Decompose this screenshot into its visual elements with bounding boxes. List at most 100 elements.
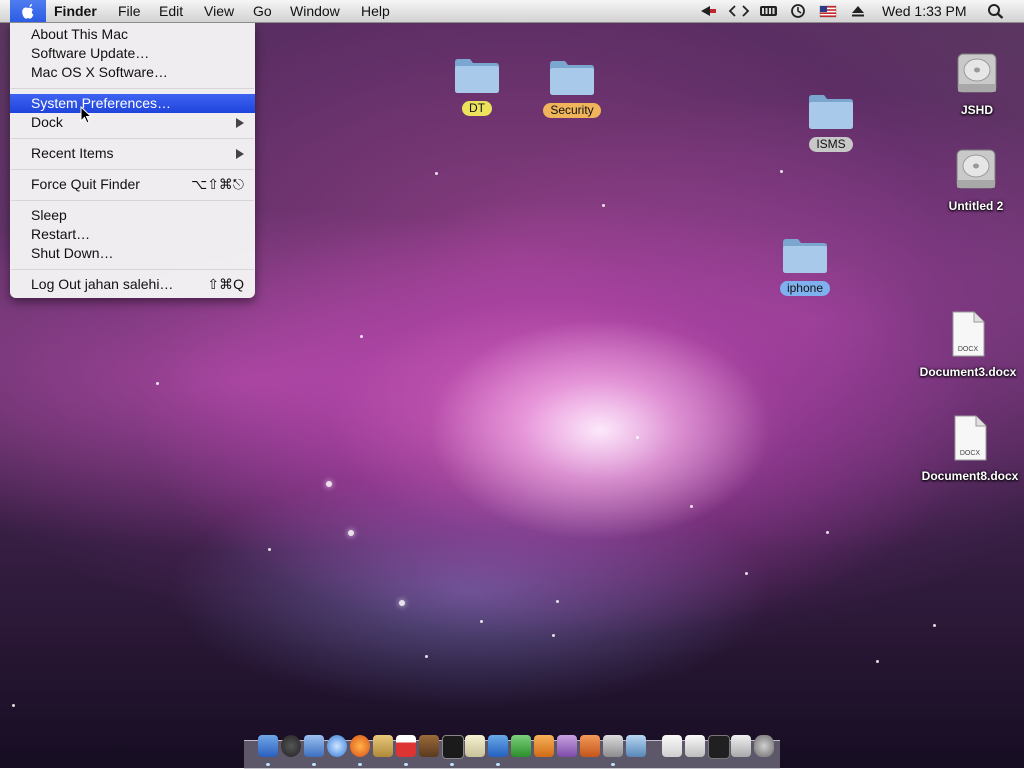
desktop-folder-isms[interactable]: ISMS <box>800 92 862 153</box>
star <box>425 655 428 658</box>
finder-dock-icon[interactable] <box>258 735 278 757</box>
desktop-drive-jshd[interactable]: JSHD <box>944 50 1010 119</box>
menu-view[interactable]: View <box>204 0 234 22</box>
address-book-dock-icon[interactable] <box>373 735 393 757</box>
hard-drive-icon <box>957 53 997 93</box>
excel-dock-icon[interactable] <box>511 735 531 757</box>
star <box>876 660 879 663</box>
desktop-icon-label: DT <box>462 101 492 116</box>
star <box>826 531 829 534</box>
apple-menu-button[interactable] <box>10 0 46 22</box>
star <box>399 600 405 606</box>
star <box>435 172 438 175</box>
menu-item-about-this-mac[interactable]: About This Mac <box>10 25 255 44</box>
star <box>933 624 936 627</box>
docx-file-icon: DOCX <box>952 311 985 357</box>
star <box>12 704 15 707</box>
star <box>348 530 354 536</box>
menu-item-label: Sleep <box>31 207 67 223</box>
entourage-dock-icon[interactable] <box>557 735 577 757</box>
desktop-drive-untitled-2[interactable]: Untitled 2 <box>936 146 1016 215</box>
menu-window[interactable]: Window <box>290 0 340 22</box>
desktop-file-document3[interactable]: DOCX Document3.docx <box>916 310 1020 381</box>
us-flag-input-icon[interactable] <box>819 3 837 19</box>
folder-icon <box>455 59 499 93</box>
running-indicator <box>358 763 362 766</box>
remote-desktop-icon[interactable] <box>728 3 750 19</box>
mouse-cursor-icon <box>80 106 92 124</box>
menu-item-label: Dock <box>31 114 63 130</box>
menu-item-dock[interactable]: Dock <box>10 113 255 132</box>
menu-item-recent-items[interactable]: Recent Items <box>10 144 255 163</box>
desktop-file-document8[interactable]: DOCX Document8.docx <box>918 414 1022 485</box>
menu-item-label: Software Update… <box>31 45 150 61</box>
desktop-folder-iphone[interactable]: iphone <box>772 236 838 297</box>
battery-icon[interactable] <box>759 3 779 19</box>
iphoto-dock-icon[interactable] <box>419 735 439 757</box>
apple-menu-dropdown: About This Mac Software Update… Mac OS X… <box>10 22 255 298</box>
desktop-icon-label: JSHD <box>960 103 993 117</box>
menu-finder[interactable]: Finder <box>54 0 97 22</box>
powerpoint-dock-icon[interactable] <box>534 735 554 757</box>
star <box>690 505 693 508</box>
menu-separator <box>11 88 254 89</box>
textedit-dock-icon[interactable] <box>465 735 485 757</box>
spotlight-icon[interactable] <box>987 3 1005 19</box>
running-indicator <box>450 763 454 766</box>
apple-icon <box>22 4 34 19</box>
menu-clock[interactable]: Wed 1:33 PM <box>882 0 967 22</box>
menu-item-log-out[interactable]: Log Out jahan salehi… ⇧⌘Q <box>10 275 255 294</box>
preview-dock-icon[interactable] <box>626 735 646 757</box>
document-dock-icon[interactable] <box>685 735 705 757</box>
menu-item-shortcut: ⇧⌘Q <box>207 276 244 292</box>
menu-item-software-update[interactable]: Software Update… <box>10 44 255 63</box>
menu-edit[interactable]: Edit <box>159 0 183 22</box>
mail-dock-icon[interactable] <box>304 735 324 757</box>
star <box>326 481 332 487</box>
docx-badge: DOCX <box>958 346 979 353</box>
firefox-dock-icon[interactable] <box>350 735 370 757</box>
star <box>636 436 639 439</box>
messenger-dock-icon[interactable] <box>580 735 600 757</box>
utility-dock-icon[interactable] <box>603 735 623 757</box>
trash-dock-icon[interactable] <box>754 735 774 757</box>
menu-file[interactable]: File <box>118 0 141 22</box>
menu-item-label: Mac OS X Software… <box>31 64 168 80</box>
desktop-icon-label: Document3.docx <box>919 365 1017 379</box>
running-indicator <box>266 763 270 766</box>
downloads-dock-icon[interactable] <box>731 735 751 757</box>
star <box>268 548 271 551</box>
menu-item-shut-down[interactable]: Shut Down… <box>10 244 255 263</box>
eject-icon[interactable] <box>850 3 866 19</box>
menu-go[interactable]: Go <box>253 0 272 22</box>
time-machine-icon[interactable] <box>789 3 807 19</box>
star <box>556 600 559 603</box>
ical-dock-icon[interactable] <box>396 735 416 757</box>
menu-item-sleep[interactable]: Sleep <box>10 206 255 225</box>
star <box>602 204 605 207</box>
menu-item-restart[interactable]: Restart… <box>10 225 255 244</box>
folder-icon <box>550 61 594 95</box>
menu-help[interactable]: Help <box>361 0 390 22</box>
menu-item-force-quit[interactable]: Force Quit Finder ⌥⇧⌘⎋ <box>10 175 255 194</box>
dashboard-dock-icon[interactable] <box>281 735 301 757</box>
document-dock-icon[interactable] <box>662 735 682 757</box>
safari-dock-icon[interactable] <box>327 735 347 757</box>
desktop-icon-label: iphone <box>779 281 831 296</box>
desktop-folder-security[interactable]: Security <box>536 58 608 119</box>
running-indicator <box>404 763 408 766</box>
menu-item-system-preferences[interactable]: System Preferences… <box>10 94 255 113</box>
docx-file-icon: DOCX <box>954 415 987 461</box>
desktop-icon-label: ISMS <box>809 137 853 152</box>
bluetooth-icon[interactable] <box>698 3 718 19</box>
stack-dock-icon[interactable] <box>708 735 730 759</box>
submenu-arrow-icon <box>236 118 244 128</box>
word-dock-icon[interactable] <box>488 735 508 757</box>
menu-item-label: Recent Items <box>31 145 114 161</box>
terminal-dock-icon[interactable] <box>442 735 464 759</box>
menu-item-label: Restart… <box>31 226 91 242</box>
desktop-folder-dt[interactable]: DT <box>446 56 508 117</box>
submenu-arrow-icon <box>236 149 244 159</box>
menu-item-label: System Preferences… <box>31 95 172 111</box>
menu-item-mac-os-x-software[interactable]: Mac OS X Software… <box>10 63 255 82</box>
